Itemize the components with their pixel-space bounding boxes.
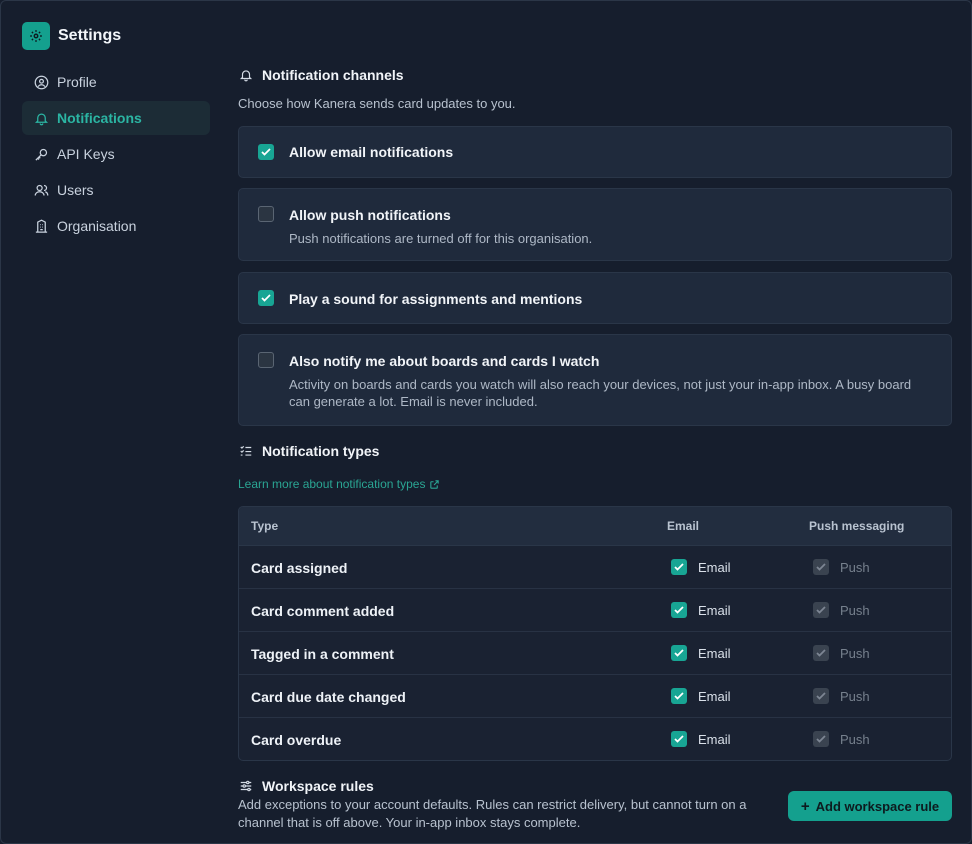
email-notifications-checkbox[interactable]: [258, 144, 274, 160]
email-checkbox[interactable]: [671, 688, 687, 704]
learn-more-link[interactable]: Learn more about notification types: [238, 477, 440, 491]
sidebar-nav: Profile Notifications API Keys Users Org…: [22, 65, 210, 245]
brand: Settings: [22, 22, 121, 50]
option-email-notifications[interactable]: Allow email notifications: [238, 126, 952, 178]
building-icon: [33, 218, 49, 234]
type-name: Tagged in a comment: [251, 646, 394, 662]
email-checkbox[interactable]: [671, 559, 687, 575]
email-checkbox[interactable]: [671, 645, 687, 661]
email-label: Email: [698, 602, 731, 618]
push-checkbox-disabled: [813, 731, 829, 747]
link-text: Learn more about notification types: [238, 477, 426, 491]
section-title: Notification types: [262, 443, 380, 459]
option-label: Allow push notifications: [289, 207, 451, 223]
push-label: Push: [840, 645, 870, 661]
push-toggle: Push: [813, 645, 870, 661]
email-toggle[interactable]: Email: [671, 559, 731, 575]
type-name: Card comment added: [251, 603, 395, 619]
sidebar-item-profile[interactable]: Profile: [22, 65, 210, 99]
option-watched-boards[interactable]: Also notify me about boards and cards I …: [238, 334, 952, 426]
email-toggle[interactable]: Email: [671, 645, 731, 661]
external-link-icon: [429, 479, 440, 490]
user-circle-icon: [33, 74, 49, 90]
email-label: Email: [698, 559, 731, 575]
sidebar-item-label: Organisation: [57, 218, 137, 234]
gear-icon: [22, 22, 50, 50]
sidebar-item-label: API Keys: [57, 146, 115, 162]
sidebar-item-users[interactable]: Users: [22, 173, 210, 207]
push-label: Push: [840, 688, 870, 704]
bell-icon: [238, 67, 254, 83]
push-label: Push: [840, 559, 870, 575]
add-workspace-rule-button[interactable]: + Add workspace rule: [788, 791, 952, 821]
option-play-sound[interactable]: Play a sound for assignments and mention…: [238, 272, 952, 324]
key-icon: [33, 146, 49, 162]
type-name: Card assigned: [251, 560, 348, 576]
column-header-email: Email: [667, 519, 700, 533]
push-label: Push: [840, 602, 870, 618]
bell-icon: [33, 110, 49, 126]
table-row: Card overdue Email Push: [239, 718, 951, 760]
users-icon: [33, 182, 49, 198]
option-description: Push notifications are turned off for th…: [289, 231, 593, 246]
email-label: Email: [698, 688, 731, 704]
notification-channels-header: Notification channels: [238, 67, 404, 83]
type-name: Card due date changed: [251, 689, 406, 705]
sidebar-item-notifications[interactable]: Notifications: [22, 101, 210, 135]
push-checkbox-disabled: [813, 645, 829, 661]
option-label: Play a sound for assignments and mention…: [289, 291, 583, 307]
option-description: Activity on boards and cards you watch w…: [289, 377, 912, 409]
table-row: Card comment added Email Push: [239, 589, 951, 632]
option-label: Also notify me about boards and cards I …: [289, 353, 600, 369]
table-row: Card due date changed Email Push: [239, 675, 951, 718]
plus-icon: +: [800, 797, 810, 815]
type-name: Card overdue: [251, 732, 342, 748]
push-checkbox-disabled: [813, 602, 829, 618]
button-label: Add workspace rule: [815, 798, 940, 814]
push-toggle: Push: [813, 559, 870, 575]
workspace-rules-header: Workspace rules: [238, 778, 374, 794]
email-label: Email: [698, 731, 731, 747]
email-checkbox[interactable]: [671, 731, 687, 747]
table-row: Tagged in a comment Email Push: [239, 632, 951, 675]
push-toggle: Push: [813, 602, 870, 618]
table-header: Type Email Push messaging: [239, 507, 951, 546]
workspace-rules-description: Add exceptions to your account defaults.…: [238, 797, 747, 830]
email-toggle[interactable]: Email: [671, 688, 731, 704]
column-header-type: Type: [251, 519, 279, 533]
email-checkbox[interactable]: [671, 602, 687, 618]
column-header-push: Push messaging: [809, 519, 905, 533]
sidebar-item-label: Profile: [57, 74, 97, 90]
section-title: Workspace rules: [262, 778, 374, 794]
sidebar-item-organisation[interactable]: Organisation: [22, 209, 210, 243]
email-toggle[interactable]: Email: [671, 731, 731, 747]
sidebar-item-api-keys[interactable]: API Keys: [22, 137, 210, 171]
option-label: Allow email notifications: [289, 144, 454, 160]
sidebar-item-label: Notifications: [57, 110, 142, 126]
app-title: Settings: [58, 27, 122, 44]
play-sound-checkbox[interactable]: [258, 290, 274, 306]
list-checks-icon: [238, 443, 254, 459]
email-toggle[interactable]: Email: [671, 602, 731, 618]
section-description: Choose how Kanera sends card updates to …: [238, 96, 516, 111]
notification-types-table: Type Email Push messaging Card assigned …: [238, 506, 952, 761]
push-toggle: Push: [813, 688, 870, 704]
push-checkbox-disabled: [813, 559, 829, 575]
sliders-icon: [238, 778, 254, 794]
table-row: Card assigned Email Push: [239, 546, 951, 589]
push-toggle: Push: [813, 731, 870, 747]
settings-window: Settings Profile Notifications API Keys: [0, 0, 972, 844]
option-push-notifications[interactable]: Allow push notifications Push notificati…: [238, 188, 952, 261]
notification-types-header: Notification types: [238, 443, 379, 459]
push-label: Push: [840, 731, 870, 747]
push-notifications-checkbox[interactable]: [258, 206, 274, 222]
email-label: Email: [698, 645, 731, 661]
push-checkbox-disabled: [813, 688, 829, 704]
sidebar: Settings Profile Notifications API Keys: [1, 1, 223, 843]
sidebar-item-label: Users: [57, 182, 94, 198]
watched-boards-checkbox[interactable]: [258, 352, 274, 368]
section-title: Notification channels: [262, 67, 404, 83]
